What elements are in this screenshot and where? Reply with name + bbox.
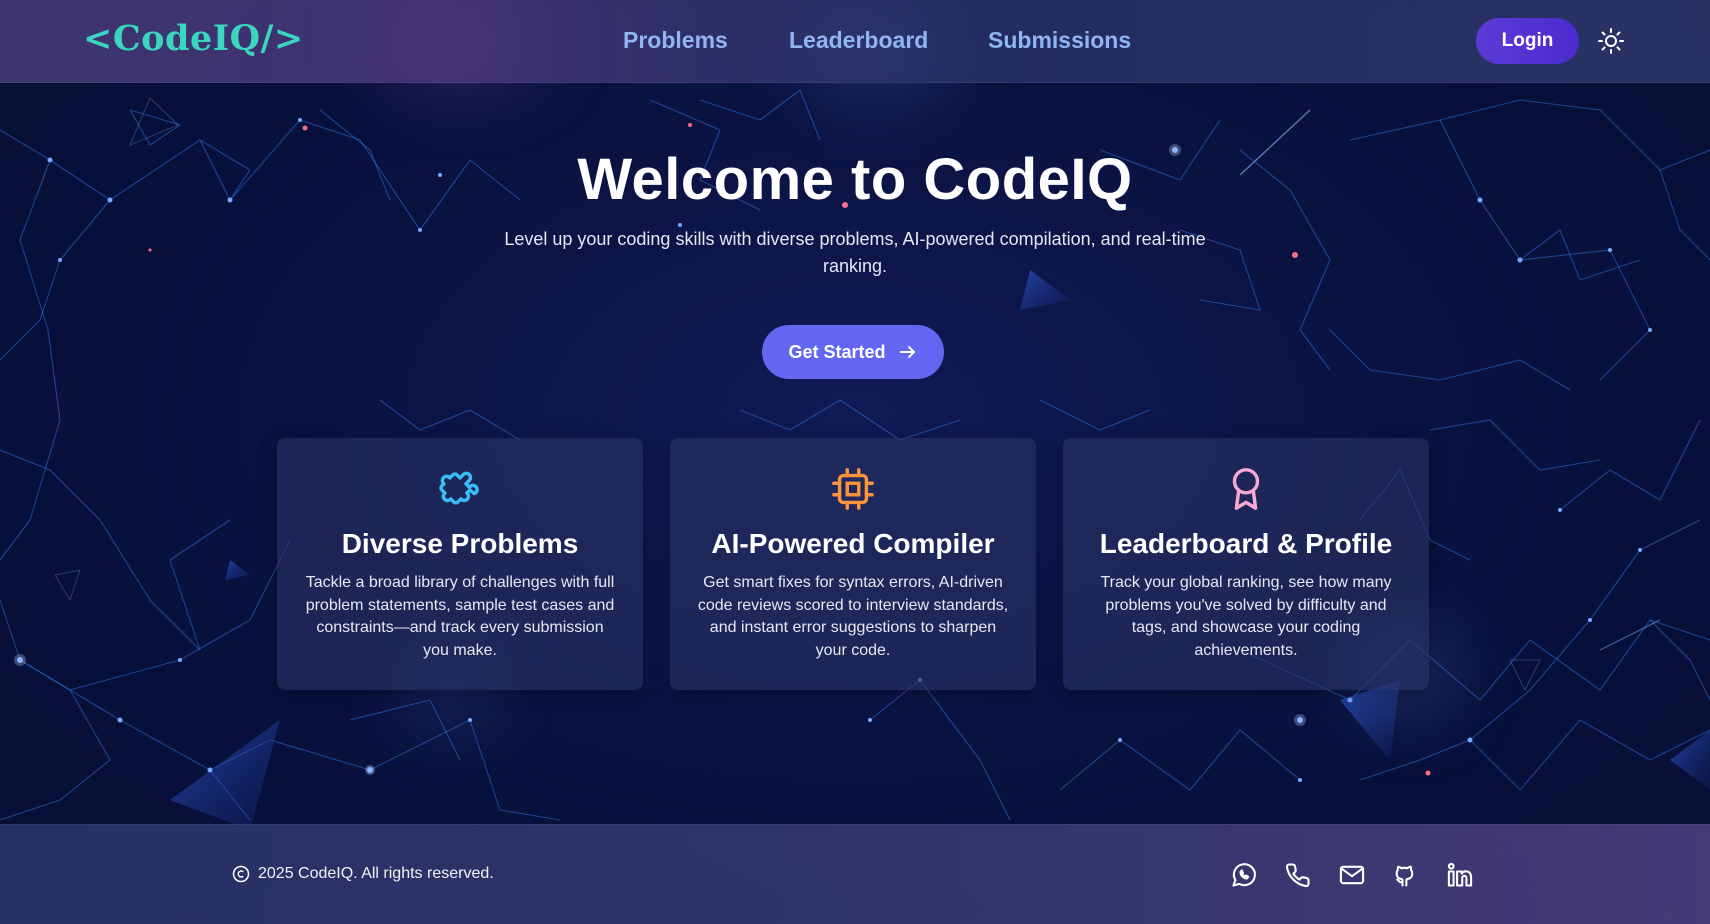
login-button[interactable]: Login (1476, 18, 1579, 64)
feature-description: Track your global ranking, see how many … (1100, 574, 1392, 659)
nav-leaderboard[interactable]: Leaderboard (789, 27, 928, 54)
sun-icon[interactable] (1596, 26, 1626, 56)
feature-card-ai-compiler: AI-Powered Compiler Get smart fixes for … (670, 438, 1036, 690)
feature-description: Get smart fixes for syntax errors, AI-dr… (697, 574, 1009, 659)
feature-card-leaderboard: Leaderboard & Profile Track your global … (1063, 438, 1429, 690)
site-logo[interactable]: <CodeIQ/> (83, 18, 304, 59)
linkedin-icon[interactable] (1446, 861, 1474, 889)
feature-title: AI-Powered Compiler (711, 528, 995, 559)
github-icon[interactable] (1392, 861, 1420, 889)
copyright-text: 2025 CodeIQ. All rights reserved. (258, 865, 494, 882)
hero-title: Welcome to CodeIQ (577, 147, 1133, 212)
get-started-button[interactable]: Get Started (762, 325, 944, 379)
cpu-chip-icon (830, 466, 876, 512)
award-ribbon-icon (1223, 466, 1269, 512)
hero-subtitle: Level up your coding skills with diverse… (504, 229, 1206, 276)
puzzle-icon (437, 466, 483, 512)
arrow-right-icon (899, 346, 915, 358)
footer: 2025 CodeIQ. All rights reserved. (0, 824, 1710, 924)
top-navbar: <CodeIQ/> Problems Leaderboard Submissio… (0, 0, 1710, 83)
feature-card-diverse-problems: Diverse Problems Tackle a broad library … (277, 438, 643, 690)
nav-submissions[interactable]: Submissions (988, 27, 1131, 54)
phone-icon[interactable] (1284, 861, 1312, 889)
get-started-label: Get Started (788, 341, 886, 362)
nav-problems[interactable]: Problems (623, 27, 728, 54)
feature-title: Leaderboard & Profile (1099, 528, 1393, 559)
mail-icon[interactable] (1338, 861, 1366, 889)
feature-description: Tackle a broad library of challenges wit… (305, 574, 615, 659)
copyright: 2025 CodeIQ. All rights reserved. (232, 865, 494, 883)
copyright-icon (232, 865, 250, 883)
whatsapp-icon[interactable] (1230, 861, 1258, 889)
feature-title: Diverse Problems (341, 528, 579, 559)
